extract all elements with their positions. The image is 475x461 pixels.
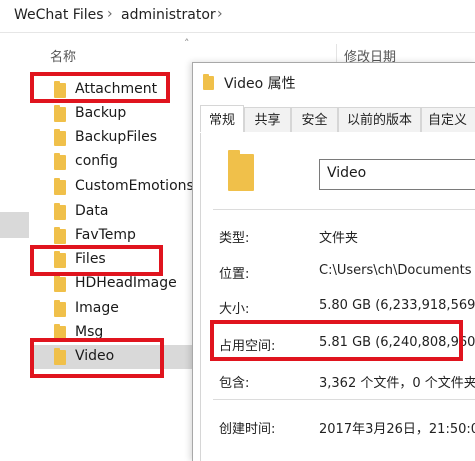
prop-type-value: 文件夹 (319, 231, 359, 246)
folder-icon (228, 150, 254, 191)
breadcrumb: WeChat Files › administrator › (0, 0, 475, 33)
folder-name-value: Video (327, 165, 367, 181)
folder-name-input[interactable]: Video (319, 159, 475, 190)
folder-icon (203, 74, 214, 90)
folder-icon (54, 275, 66, 292)
highlight-box (30, 72, 170, 103)
folder-name: Image (75, 300, 119, 316)
tab-general[interactable]: 常规 (200, 105, 244, 132)
tab-sharing[interactable]: 共享 (244, 107, 291, 132)
prop-contains-label: 包含: (219, 376, 250, 391)
breadcrumb-item-administrator[interactable]: administrator (121, 7, 216, 23)
folder-icon (54, 300, 66, 317)
breadcrumb-item-wechat-files[interactable]: WeChat Files (14, 7, 104, 23)
highlight-box (30, 245, 163, 276)
folder-icon (54, 105, 66, 122)
prop-contains-value: 3,362 个文件，0 个文件夹 (319, 376, 475, 391)
folder-name: config (75, 153, 118, 169)
folder-name: Data (75, 203, 109, 219)
prop-created-label: 创建时间: (219, 422, 276, 437)
folder-icon (54, 203, 66, 220)
folder-name: Backup (75, 105, 127, 121)
list-item[interactable]: Backup (30, 102, 190, 126)
highlight-box (210, 320, 463, 361)
prop-size-value: 5.80 GB (6,233,918,569 (319, 298, 475, 313)
tab-security[interactable]: 安全 (291, 107, 338, 132)
folder-name: HDHeadImage (75, 275, 177, 291)
prop-location-value: C:\Users\ch\Documents (319, 263, 472, 278)
divider (213, 209, 475, 210)
tab-customize[interactable]: 自定义 (421, 107, 475, 132)
folder-name: CustomEmotions (75, 178, 194, 194)
list-item[interactable]: Data (30, 200, 190, 224)
prop-size-label: 大小: (219, 302, 250, 317)
dialog-title: Video 属性 (224, 76, 296, 92)
divider (213, 399, 475, 400)
column-divider[interactable] (336, 44, 337, 64)
highlight-box (30, 338, 164, 378)
chevron-right-icon[interactable]: › (217, 6, 223, 22)
tab-bar: 常规 共享 安全 以前的版本 自定义 (200, 105, 475, 134)
list-item[interactable]: config (30, 150, 190, 174)
nav-pane-selection[interactable] (0, 212, 29, 238)
folder-name: BackupFiles (75, 129, 158, 145)
list-item[interactable]: Image (30, 297, 190, 321)
folder-icon (54, 178, 66, 195)
properties-dialog: Video 属性 常规 共享 安全 以前的版本 自定义 Video 类型: 文件… (192, 62, 475, 461)
sort-chevron-up-icon: ˄ (184, 37, 190, 50)
list-item[interactable]: CustomEmotions (30, 175, 194, 199)
folder-icon (54, 227, 66, 244)
chevron-right-icon[interactable]: › (107, 6, 113, 22)
folder-icon (54, 153, 66, 170)
list-item[interactable]: BackupFiles (30, 126, 190, 150)
prop-location-label: 位置: (219, 267, 250, 282)
prop-type-label: 类型: (219, 231, 250, 246)
prop-created-value: 2017年3月26日，21:50:0 (319, 422, 475, 437)
folder-name: FavTemp (75, 227, 136, 243)
column-header-name[interactable]: 名称 (50, 46, 76, 65)
folder-icon (54, 129, 66, 146)
tab-previous-versions[interactable]: 以前的版本 (338, 107, 421, 132)
